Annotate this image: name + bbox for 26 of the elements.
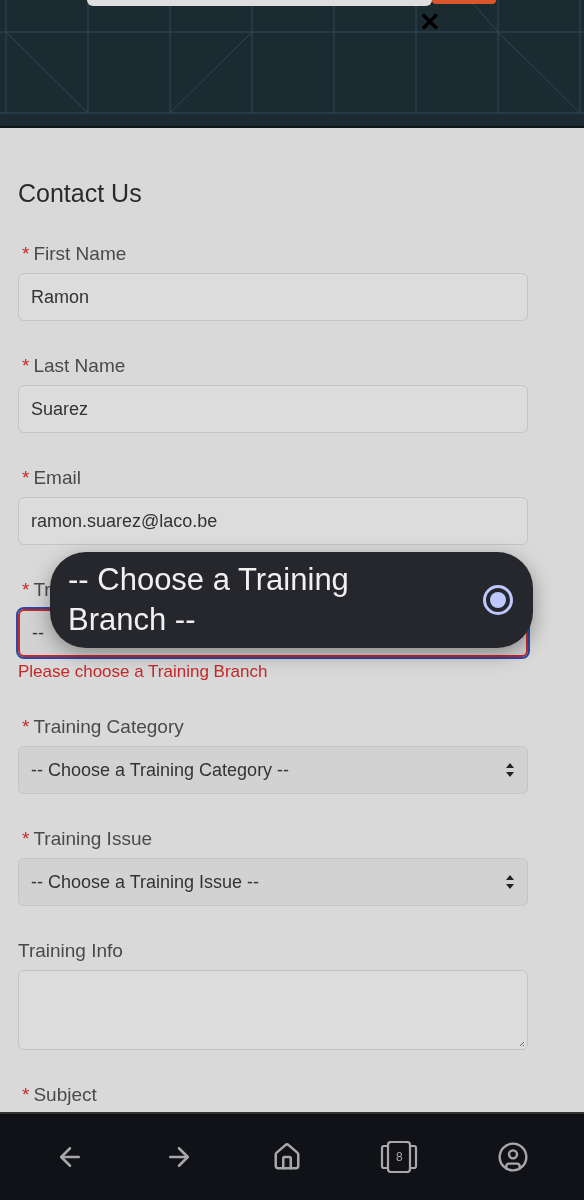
- required-mark: *: [22, 577, 30, 602]
- select-field[interactable]: -- Choose a Training Issue --: [18, 858, 528, 906]
- required-mark: *: [22, 826, 30, 851]
- required-mark: *: [22, 465, 30, 490]
- home-icon[interactable]: [271, 1142, 302, 1172]
- field-label: Subject: [33, 1082, 97, 1107]
- dropdown-option[interactable]: -- Choose a Training Branch --: [50, 560, 533, 640]
- required-mark: *: [22, 353, 30, 378]
- text-field[interactable]: ramon.suarez@laco.be: [18, 497, 528, 545]
- field-label: Last Name: [33, 353, 126, 378]
- select-field[interactable]: -- Choose a Training Category --: [18, 746, 528, 794]
- required-mark: *: [22, 241, 30, 266]
- profile-icon[interactable]: [496, 1141, 529, 1173]
- text-field[interactable]: Suarez: [18, 385, 528, 433]
- resize-handle-icon: [519, 1041, 525, 1047]
- error-message: Please choose a Training Branch: [18, 662, 269, 682]
- field-label: Training Info: [18, 938, 123, 963]
- search-button[interactable]: [432, 0, 496, 4]
- field-label: Email: [33, 465, 81, 490]
- required-mark: *: [22, 1082, 30, 1107]
- text-field[interactable]: Ramon: [18, 273, 528, 321]
- form-title: Contact Us: [18, 178, 143, 208]
- required-mark: *: [22, 714, 30, 739]
- field-label: Training Issue: [33, 826, 153, 851]
- field-label: Training Category: [33, 714, 184, 739]
- field-label: First Name: [33, 241, 127, 266]
